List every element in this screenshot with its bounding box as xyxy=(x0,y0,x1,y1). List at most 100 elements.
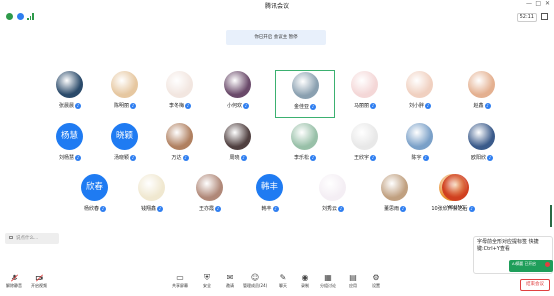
ai-summary-label: AI摘要 已开启 xyxy=(512,261,536,266)
participant-tile[interactable]: 张晨晨 ♪ xyxy=(40,70,100,118)
settings-button[interactable]: ⚙ 设置 xyxy=(364,274,388,294)
mic-icon xyxy=(10,274,18,282)
participant-name: 马丽丽 ♪ xyxy=(335,102,395,109)
scrollbar[interactable] xyxy=(550,205,552,227)
toolbar-label: 共享屏幕 xyxy=(172,283,188,288)
participant-name: 小何欢 ♪ xyxy=(208,102,268,109)
avatar xyxy=(292,72,319,99)
avatar: 欣春 xyxy=(81,174,108,201)
participant-name: 赵鑫 ♪ xyxy=(452,102,512,109)
participant-tile[interactable]: 韩丰韩丰 ♪ xyxy=(240,173,300,221)
apps-button[interactable]: ▤ 应用 xyxy=(341,274,365,294)
breakout-button[interactable]: ▦ 分组讨论 xyxy=(316,274,340,294)
avatar xyxy=(468,71,495,98)
participant-tile[interactable]: 刘秀云 ♪ xyxy=(303,173,363,221)
avatar xyxy=(406,123,433,150)
avatar xyxy=(196,174,223,201)
participant-tile[interactable]: 李冬梅 ♪ xyxy=(150,70,210,118)
participant-tile[interactable]: 王亦霞 ♪ xyxy=(180,173,240,221)
muted-mic-icon: ♪ xyxy=(338,205,344,212)
participant-tile[interactable]: 万达 ♪ xyxy=(150,122,210,170)
chat-button[interactable]: ✎ 聊天 xyxy=(271,274,295,294)
participant-tile[interactable]: 杨慧 刘杨慧 ♪ xyxy=(40,122,100,170)
participant-name-text: 张晨晨 xyxy=(58,103,74,109)
participant-tile[interactable]: 陈宇 ♪ xyxy=(390,122,450,170)
toolbar-label: 管理成员(24) xyxy=(243,283,268,288)
participant-tile[interactable]: 欧阳欣 ♪ xyxy=(452,122,512,170)
title-bar: 腾讯会议 — □ ✕ xyxy=(0,0,554,11)
status-row: 52:11 xyxy=(0,10,554,24)
help-tooltip: 字母前全形对应提标签 快捷键:Ctrl+Y查看 AI摘要 已开启 xyxy=(473,236,553,274)
apps-icon: ▤ xyxy=(349,273,357,282)
participant-name-text: 刘杨慧 xyxy=(58,155,74,161)
muted-mic-icon: ♪ xyxy=(400,205,406,212)
chat-input[interactable]: 说点什么... xyxy=(5,233,59,244)
close-icon[interactable]: ✕ xyxy=(545,1,550,7)
participant-name-text: 董思雨 xyxy=(383,206,399,212)
participant-name: 杨欣春 ♪ xyxy=(65,205,125,212)
muted-mic-icon: ♪ xyxy=(422,154,429,161)
participant-name: YOUNG xyxy=(447,205,465,211)
share-screen-icon: ▭ xyxy=(176,273,184,282)
participant-tile[interactable]: 金佳亚 ♪ xyxy=(275,70,335,118)
help-close-icon[interactable] xyxy=(545,262,550,267)
participant-tile[interactable]: 钱翔鑫 ♪ xyxy=(122,173,182,221)
participant-tile[interactable]: 小何欢 ♪ xyxy=(208,70,268,118)
muted-mic-icon: ♪ xyxy=(370,154,376,161)
participant-name: 韩丰 ♪ xyxy=(240,205,300,212)
participant-name-text: 小何欢 xyxy=(226,103,242,109)
signal-icon[interactable] xyxy=(27,13,34,20)
maximize-icon[interactable]: □ xyxy=(535,1,541,7)
members-button[interactable]: ☺ 管理成员(24) xyxy=(243,274,267,294)
participant-name-text: 王亦霞 xyxy=(198,206,214,212)
video-button[interactable]: 开启视频 xyxy=(27,274,51,294)
avatar: 杨慧 xyxy=(56,123,83,150)
avatar xyxy=(56,71,83,98)
muted-mic-icon: ♪ xyxy=(484,102,491,109)
participant-tile[interactable]: 王欣宇 ♪ xyxy=(335,122,395,170)
muted-mic-icon: ♪ xyxy=(130,102,136,109)
chat-icon xyxy=(9,236,13,239)
participant-name-text: 赵鑫 xyxy=(473,103,484,109)
muted-mic-icon: ♪ xyxy=(272,205,279,212)
security-button[interactable]: ⛨ 安全 xyxy=(195,274,219,294)
avatar xyxy=(224,123,251,150)
invite-icon: ✉ xyxy=(226,273,234,282)
muted-mic-icon: ♪ xyxy=(215,205,221,212)
participant-tile[interactable]: YOUNG xyxy=(426,173,486,221)
meeting-window: 腾讯会议 — □ ✕ 52:11 你已开启 会议主 暂停 张晨晨 ♪ 陈明丽 ♪ 李冬梅… xyxy=(0,0,554,296)
participant-name-text: 刘小胖 xyxy=(408,103,424,109)
avatar xyxy=(111,71,138,98)
toolbar-label: 邀请 xyxy=(226,283,234,288)
end-meeting-button[interactable]: 结束会议 xyxy=(520,279,550,291)
share-screen-button[interactable]: ▭ 共享屏幕 xyxy=(168,274,192,294)
participant-tile[interactable]: 晓颖 汤晓颖 ♪ xyxy=(95,122,155,170)
participant-tile[interactable]: 周晓 ♪ xyxy=(208,122,268,170)
security-shield-icon[interactable] xyxy=(6,13,13,20)
participant-tile[interactable]: 陈明丽 ♪ xyxy=(95,70,155,118)
avatar xyxy=(166,71,193,98)
muted-mic-icon: ♪ xyxy=(310,103,316,110)
minimize-icon[interactable]: — xyxy=(526,1,532,7)
avatar: 韩丰 xyxy=(256,174,283,201)
invite-button[interactable]: ✉ 邀请 xyxy=(218,274,242,294)
participant-name-text: 钱翔鑫 xyxy=(140,206,156,212)
participant-tile[interactable]: 欣春杨欣春 ♪ xyxy=(65,173,125,221)
participant-tile[interactable]: 马丽丽 ♪ xyxy=(335,70,395,118)
participant-name-text: 刘秀云 xyxy=(321,206,337,212)
record-button[interactable]: ◉ 录制 xyxy=(293,274,317,294)
settings-icon: ⚙ xyxy=(372,273,380,282)
participant-name-text: 汤晓颖 xyxy=(113,155,129,161)
participant-tile[interactable]: 李乐松 ♪ xyxy=(275,122,335,170)
mute-button[interactable]: 解除静音 xyxy=(2,274,26,294)
layout-grid-icon[interactable] xyxy=(541,13,548,20)
muted-mic-icon: ♪ xyxy=(370,102,376,109)
muted-mic-icon: ♪ xyxy=(185,102,191,109)
participant-tile[interactable]: 赵鑫 ♪ xyxy=(452,70,512,118)
participant-tile[interactable]: 董思雨 ♪ xyxy=(365,173,425,221)
avatar xyxy=(468,123,495,150)
participant-tile[interactable]: 刘小胖 ♪ xyxy=(390,70,450,118)
avatar xyxy=(381,174,408,201)
participant-name: 张晨晨 ♪ xyxy=(40,102,100,109)
info-icon[interactable] xyxy=(17,13,24,20)
